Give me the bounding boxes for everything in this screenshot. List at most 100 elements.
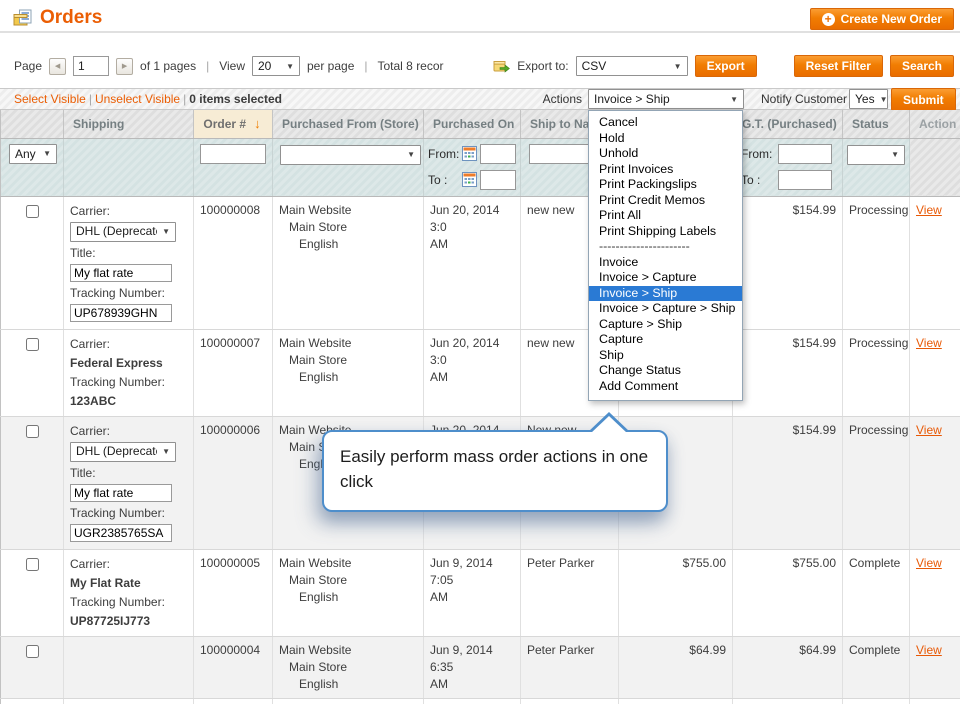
previous-page-button[interactable]: ◀ — [49, 58, 66, 75]
dropdown-item[interactable]: Cancel — [589, 115, 742, 131]
order-filter-cell — [194, 138, 273, 196]
page-number-input[interactable] — [73, 56, 109, 76]
view-order-link[interactable]: View — [916, 643, 942, 657]
shipping-title-input[interactable] — [70, 484, 172, 502]
row-checkbox[interactable] — [26, 425, 39, 438]
store-view-line: English — [279, 236, 417, 253]
status-filter-select[interactable]: ▼ — [847, 145, 905, 165]
separator: | — [180, 92, 189, 106]
dropdown-item[interactable]: Hold — [589, 131, 742, 147]
dropdown-item[interactable]: Print Credit Memos — [589, 193, 742, 209]
actions-select[interactable]: Invoice > Ship ▼ — [588, 89, 744, 109]
dropdown-item[interactable]: Invoice > Capture — [589, 270, 742, 286]
calendar-icon[interactable] — [462, 146, 477, 161]
calendar-icon[interactable] — [462, 172, 477, 187]
submit-button[interactable]: Submit — [891, 88, 956, 111]
massaction-filter-cell: Any ▼ — [1, 138, 64, 196]
create-new-order-button[interactable]: + Create New Order — [810, 8, 954, 30]
dropdown-item[interactable]: Unhold — [589, 146, 742, 162]
carrier-select[interactable]: DHL (Deprecate▼ — [70, 442, 176, 462]
unselect-visible-link[interactable]: Unselect Visible — [95, 92, 180, 106]
order-row: Carrier: Federal Express Tracking Number… — [1, 329, 960, 416]
notify-customer-select[interactable]: Yes ▼ — [849, 89, 888, 109]
next-page-button[interactable]: ▶ — [116, 58, 133, 75]
col-header-order-number[interactable]: Order #↓ — [194, 110, 273, 138]
gt-base-cell: $755.00 — [619, 698, 733, 704]
separator: | — [203, 59, 212, 73]
order-row: Carrier: DHL (Deprecate▼ Title: Tracking… — [1, 196, 960, 329]
per-page-select[interactable]: 20 ▼ — [252, 56, 300, 76]
tracking-number: UP87725IJ773 — [70, 612, 187, 631]
store-filter-select[interactable]: ▼ — [280, 145, 421, 165]
chevron-down-icon: ▼ — [880, 95, 888, 104]
gt-purchased-cell: $154.99 — [733, 329, 843, 416]
search-button[interactable]: Search — [890, 55, 954, 77]
status-cell: Processing — [843, 196, 910, 329]
store-view-line: Main Store — [279, 352, 417, 369]
dropdown-item[interactable]: Print Shipping Labels — [589, 224, 742, 240]
gt-base-cell: $755.00 — [619, 549, 733, 636]
reset-filter-button[interactable]: Reset Filter — [794, 55, 883, 77]
massaction-filter-select[interactable]: Any ▼ — [9, 144, 57, 164]
tracking-number-input[interactable] — [70, 524, 172, 542]
orders-icon — [13, 8, 33, 28]
col-header-purchased-from[interactable]: Purchased From (Store) — [273, 110, 424, 138]
checkbox-cell — [1, 416, 64, 549]
dropdown-item[interactable]: Invoice > Capture > Ship — [589, 301, 742, 317]
action-cell: View — [910, 636, 960, 698]
view-order-link[interactable]: View — [916, 336, 942, 350]
grid-header-row: Shipping Order #↓ Purchased From (Store)… — [1, 110, 960, 138]
row-checkbox[interactable] — [26, 205, 39, 218]
purchased-on-filter-cell: From: To : — [424, 138, 521, 196]
purchased-on-to-input[interactable] — [480, 170, 516, 190]
purchased-on-from-input[interactable] — [480, 144, 516, 164]
col-header-gt-purchased[interactable]: G.T. (Purchased) — [733, 110, 843, 138]
dropdown-item[interactable]: Invoice — [589, 255, 742, 271]
dropdown-item[interactable]: Capture — [589, 332, 742, 348]
purchased-on-line: AM — [430, 589, 514, 606]
chevron-down-icon: ▼ — [162, 223, 170, 240]
view-order-link[interactable]: View — [916, 556, 942, 570]
dropdown-item[interactable]: Print Packingslips — [589, 177, 742, 193]
order-number-cell: 100000006 — [194, 416, 273, 549]
of-pages-label: of 1 pages — [140, 59, 196, 73]
dropdown-item[interactable]: Change Status — [589, 363, 742, 379]
select-visible-link[interactable]: Select Visible — [14, 92, 86, 106]
export-to-label: Export to: — [517, 59, 568, 73]
chevron-down-icon: ▼ — [730, 95, 738, 104]
dropdown-item[interactable]: Print Invoices — [589, 162, 742, 178]
carrier-name: Federal Express — [70, 354, 187, 373]
action-filter-cell — [910, 138, 960, 196]
purchased-on-line: AM — [430, 676, 514, 693]
gt-purchased-to-input[interactable] — [778, 170, 832, 190]
export-format-select[interactable]: CSV ▼ — [576, 56, 688, 76]
gt-purchased-from-input[interactable] — [778, 144, 832, 164]
separator: | — [361, 59, 370, 73]
dropdown-item[interactable]: Invoice > Ship — [589, 286, 742, 302]
dropdown-item[interactable]: Capture > Ship — [589, 317, 742, 333]
row-checkbox[interactable] — [26, 338, 39, 351]
order-number-filter-input[interactable] — [200, 144, 266, 164]
carrier-label: Carrier: — [70, 555, 187, 574]
carrier-select[interactable]: DHL (Deprecate▼ — [70, 222, 176, 242]
view-order-link[interactable]: View — [916, 423, 942, 437]
view-order-link[interactable]: View — [916, 203, 942, 217]
tracking-number-input[interactable] — [70, 304, 172, 322]
col-header-shipping[interactable]: Shipping — [64, 110, 194, 138]
gt-base-cell: $64.99 — [619, 636, 733, 698]
row-checkbox[interactable] — [26, 558, 39, 571]
chevron-down-icon: ▼ — [407, 150, 415, 159]
orders-grid: Shipping Order #↓ Purchased From (Store)… — [0, 110, 960, 704]
order-row: 100000004 Main WebsiteMain StoreEnglish … — [1, 636, 960, 698]
row-checkbox[interactable] — [26, 645, 39, 658]
dropdown-item[interactable]: Ship — [589, 348, 742, 364]
dropdown-item[interactable]: Print All — [589, 208, 742, 224]
shipping-cell — [64, 636, 194, 698]
col-header-status[interactable]: Status — [843, 110, 910, 138]
col-header-purchased-on[interactable]: Purchased On — [424, 110, 521, 138]
export-button[interactable]: Export — [695, 55, 757, 77]
gt-from-label: From: — [741, 147, 778, 161]
dropdown-item[interactable]: Add Comment — [589, 379, 742, 395]
gt-to-label: To : — [741, 173, 778, 187]
shipping-title-input[interactable] — [70, 264, 172, 282]
